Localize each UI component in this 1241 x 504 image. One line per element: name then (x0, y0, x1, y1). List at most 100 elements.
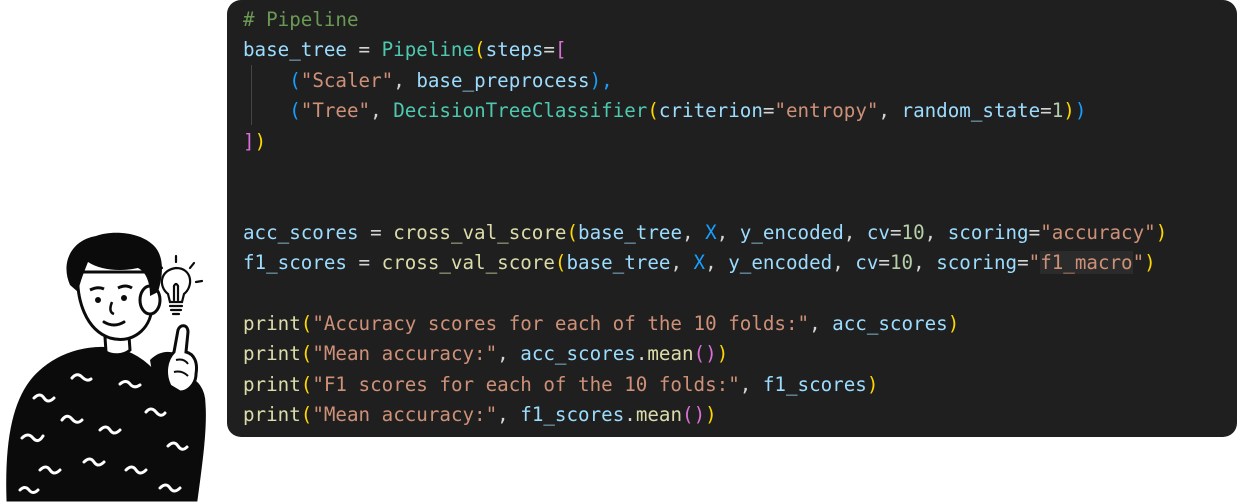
string: "Scaler" (300, 68, 394, 92)
punctuation: , (497, 342, 521, 366)
string: "Mean accuracy:" (312, 403, 498, 427)
variable: base_preprocess (416, 68, 590, 92)
paren: ( (566, 220, 579, 244)
code-line-5: ]) (243, 127, 1237, 157)
punctuation: , (739, 372, 763, 396)
function-name: print (243, 403, 301, 427)
function-name: print (243, 342, 301, 366)
punctuation: , (370, 99, 394, 123)
paren: ( (300, 403, 313, 427)
paren: ), (589, 68, 613, 92)
comment: # Pipeline (243, 8, 359, 31)
punctuation: , (705, 251, 729, 275)
paren: ( (300, 372, 313, 396)
operator: = (1017, 251, 1029, 275)
right-eye (121, 295, 127, 301)
function-name: print (243, 311, 301, 335)
keyword-arg: cv (866, 220, 890, 244)
bracket: ] (243, 129, 255, 153)
punctuation: , (393, 68, 417, 92)
operator: = (889, 220, 902, 244)
paren: ) (716, 342, 729, 366)
punctuation: , (809, 311, 833, 335)
code-line-2: base_tree = Pipeline(steps=[ (243, 35, 1237, 65)
variable: base_tree (243, 38, 347, 62)
paren: ( (300, 342, 313, 366)
punctuation: . (624, 403, 636, 427)
paren: ) (1144, 251, 1156, 275)
keyword-arg: cv (855, 251, 879, 275)
method-name: mean (647, 342, 694, 366)
operator: = (346, 251, 382, 275)
punctuation: . (635, 342, 648, 366)
operator: = (1028, 220, 1041, 244)
class-name: DecisionTreeClassifier (393, 99, 648, 123)
string: "Accuracy scores for each of the 10 fold… (312, 311, 810, 335)
number: 1 (1051, 99, 1064, 123)
variable: f1_scores (520, 403, 625, 427)
code-line-14: print("Mean accuracy:", f1_scores.mean()… (243, 400, 1237, 430)
punctuation: , (716, 220, 740, 244)
code-line-12: print("Mean accuracy:", acc_scores.mean(… (243, 339, 1237, 369)
keyword-arg: criterion (658, 99, 763, 123)
bracket: [ (554, 38, 567, 62)
operator: = (878, 251, 890, 275)
argument: base_tree (578, 220, 682, 244)
function-name: print (243, 372, 301, 396)
operator: = (1040, 99, 1052, 123)
code-line-3: ("Scaler", base_preprocess), (243, 66, 1237, 96)
string: "Mean accuracy:" (312, 342, 498, 366)
paren: ) (1063, 99, 1075, 123)
paren: ) (866, 372, 879, 396)
thinking-man-illustration (6, 232, 206, 502)
code-line-13: print("F1 scores for each of the 10 fold… (243, 370, 1237, 400)
argument: X (693, 251, 706, 275)
paren: ) (254, 129, 267, 153)
number: 10 (901, 220, 925, 244)
variable: acc_scores (520, 342, 636, 366)
punctuation: , (497, 403, 521, 427)
paren: ( (647, 99, 659, 123)
paren: ( (474, 38, 486, 62)
code-line-8: acc_scores = cross_val_score(base_tree, … (243, 218, 1237, 248)
operator: = (358, 220, 394, 244)
punctuation: , (924, 220, 948, 244)
paren: ( (289, 68, 301, 92)
function-name: cross_val_score (393, 220, 567, 244)
string: "accuracy" (1040, 220, 1156, 244)
variable: acc_scores (243, 220, 359, 244)
string: " (1132, 251, 1145, 275)
string: "entropy" (774, 99, 879, 123)
argument: y_encoded (739, 220, 844, 244)
code-line-4: ("Tree", DecisionTreeClassifier(criterio… (243, 96, 1237, 126)
code-line-11: print("Accuracy scores for each of the 1… (243, 309, 1237, 339)
method-name: mean (635, 403, 683, 427)
operator: = (543, 38, 555, 62)
highlighted-string: f1_macro (1040, 251, 1133, 275)
paren: () (693, 342, 717, 366)
operator: = (762, 99, 775, 123)
code-line-1: # Pipeline (243, 5, 1237, 35)
paren: () (682, 403, 706, 427)
left-eye (95, 297, 101, 303)
operator: = (346, 38, 382, 62)
punctuation: , (843, 220, 867, 244)
class-name: Pipeline (381, 38, 475, 62)
string: "F1 scores for each of the 10 folds:" (312, 372, 740, 396)
paren: ( (554, 251, 567, 275)
punctuation: , (832, 251, 856, 275)
punctuation: , (670, 251, 694, 275)
variable: acc_scores (832, 311, 948, 335)
paren: ) (705, 403, 717, 427)
string: " (1028, 251, 1041, 275)
punctuation: , (878, 99, 902, 123)
function-name: cross_val_score (381, 251, 555, 275)
paren: ) (947, 311, 960, 335)
code-block: # Pipeline base_tree = Pipeline(steps=[ (… (243, 5, 1237, 430)
argument: y_encoded (728, 251, 833, 275)
string: "Tree" (300, 99, 371, 123)
punctuation: , (682, 220, 706, 244)
